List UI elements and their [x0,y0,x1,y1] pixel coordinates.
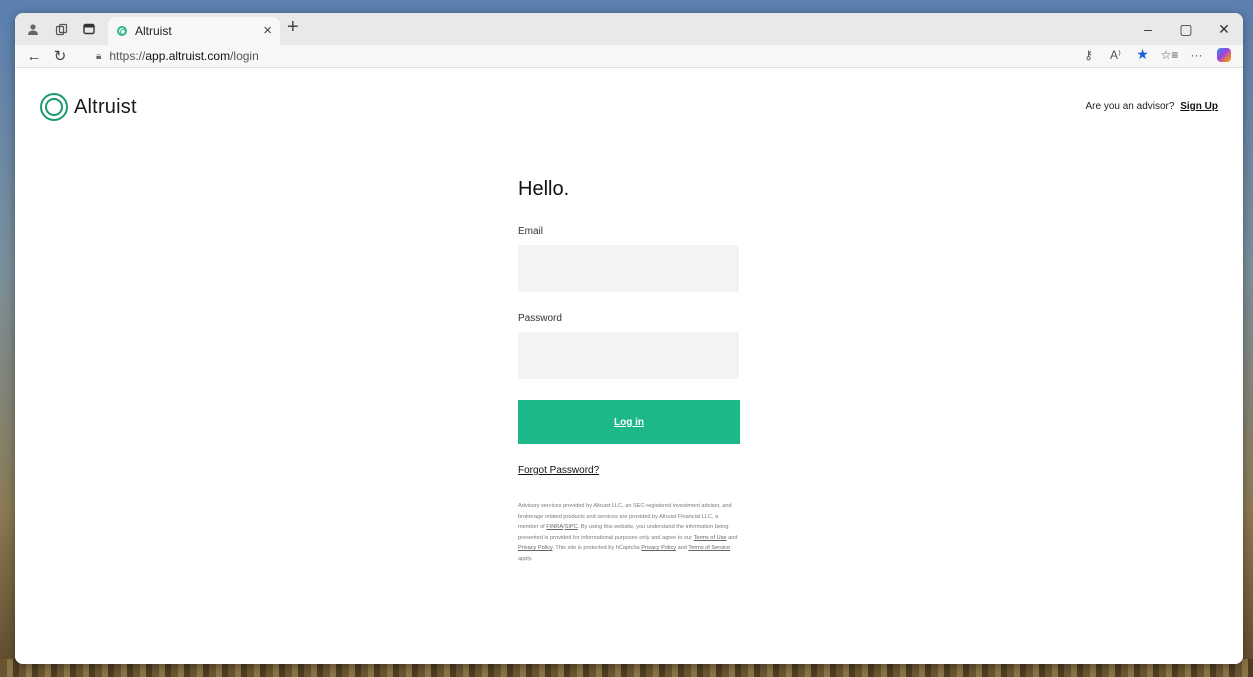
disclosure-text-3: and [726,534,738,541]
email-field[interactable] [518,245,739,292]
altruist-logo[interactable]: Altruist [40,93,137,121]
tab-close-icon[interactable]: × [263,22,272,39]
finra-link[interactable]: FINRA [546,524,563,530]
url-host: app.altruist.com [145,49,231,63]
sipc-link[interactable]: SIPC [565,524,578,530]
tab-title: Altruist [135,24,172,38]
copilot-icon[interactable] [1210,47,1237,62]
address-bar-actions: ⚷ A⁾ ★ ☆≡ ··· [1075,46,1237,63]
lock-icon[interactable]: 🔒︎ [96,51,101,62]
password-field[interactable] [518,332,739,379]
hcaptcha-terms-link[interactable]: Terms of Service [688,545,730,551]
disclosure-text-5: and [676,545,689,552]
disclosure-text-4: . This site is protected by hCaptcha [552,545,642,552]
logo-text: Altruist [74,95,137,118]
window-controls: – ▢ ✕ [1129,13,1243,45]
close-window-icon[interactable]: ✕ [1205,13,1243,45]
more-options-icon[interactable]: ··· [1183,48,1210,62]
sign-up-link[interactable]: Sign Up [1180,101,1218,112]
hcaptcha-privacy-link[interactable]: Privacy Policy [641,545,676,551]
disclosure-text-6: apply. [518,555,533,562]
page-content: Altruist Are you an advisor? Sign Up Hel… [15,68,1243,664]
workspaces-icon[interactable] [47,15,75,43]
altruist-favicon-icon [117,26,127,36]
url-field[interactable]: 🔒︎ https://app.altruist.com/login [84,47,1139,65]
log-in-button[interactable]: Log in [518,400,740,444]
browser-window: Altruist × + – ▢ ✕ ← ↻ 🔒︎ https://app.al… [15,13,1243,664]
privacy-policy-link[interactable]: Privacy Policy [518,545,552,551]
address-bar: ← ↻ 🔒︎ https://app.altruist.com/login ⚷ … [15,45,1243,68]
url-path: /login [230,49,259,63]
advisor-signup: Are you an advisor? Sign Up [1085,101,1218,112]
refresh-icon[interactable]: ↻ [47,47,73,65]
url-prefix: https:// [109,49,146,63]
forgot-password-link[interactable]: Forgot Password? [518,465,740,476]
password-label: Password [518,313,562,324]
page-title: Hello. [518,178,570,200]
back-arrow-icon[interactable]: ← [21,48,47,65]
favorites-icon[interactable]: ☆≡ [1156,48,1183,62]
key-icon[interactable]: ⚷ [1075,48,1102,62]
email-label: Email [518,226,544,237]
altruist-logo-icon [40,93,68,121]
minimize-icon[interactable]: – [1129,13,1167,45]
login-form: Hello. Email Password Log in Forgot Pass… [518,178,740,565]
terms-of-use-link[interactable]: Terms of Use [694,535,727,541]
tab-bar: Altruist × + – ▢ ✕ [15,13,1243,45]
tab-actions-icon[interactable] [75,15,103,43]
tab-altruist[interactable]: Altruist × [108,17,280,45]
maximize-icon[interactable]: ▢ [1167,13,1205,45]
legal-disclosure: Advisory services provided by Altruist L… [518,501,740,565]
advisor-prompt: Are you an advisor? [1085,101,1175,112]
read-aloud-icon[interactable]: A⁾ [1102,48,1129,62]
favorite-star-icon[interactable]: ★ [1129,46,1156,63]
profile-icon[interactable] [19,15,47,43]
new-tab-icon[interactable]: + [287,16,299,39]
